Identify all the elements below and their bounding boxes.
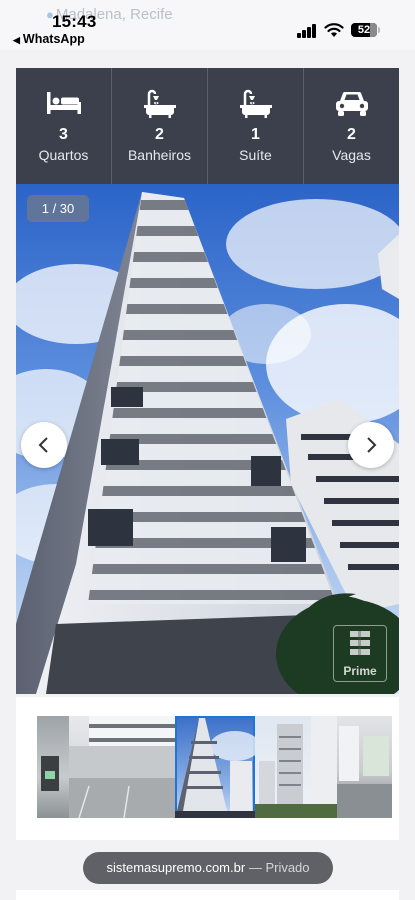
back-to-app-button[interactable]: ◀ WhatsApp — [13, 32, 85, 46]
chevron-right-icon — [367, 437, 377, 453]
building-side-thumbnail[interactable] — [69, 716, 175, 818]
url-separator: — — [248, 860, 262, 875]
towers-thumbnail[interactable] — [255, 716, 337, 818]
prime-logo-icon — [350, 631, 370, 655]
parking-count: 2 — [347, 126, 356, 143]
bed-icon — [46, 92, 81, 114]
garage-image — [41, 756, 59, 791]
bedrooms-label: Quartos — [38, 147, 89, 163]
property-features-bar: 3 Quartos 2 Banheiros 1 Suíte 2 Vagas — [16, 68, 399, 184]
feature-bedrooms: 3 Quartos — [16, 68, 112, 184]
url-domain: sistemasupremo.com.br — [106, 860, 246, 875]
back-app-label: WhatsApp — [22, 32, 85, 46]
parking-label: Vagas — [332, 147, 371, 163]
bathtub-icon — [239, 89, 272, 118]
suite-label: Suíte — [239, 147, 272, 163]
status-bar: ● Madalena, Recife 15:43 ◀ WhatsApp 52 — [0, 0, 415, 50]
garage-thumbnail[interactable] — [37, 716, 69, 818]
browsing-mode-label: Privado — [265, 860, 310, 875]
prime-watermark: Prime — [333, 625, 387, 682]
wifi-icon — [324, 23, 344, 37]
interior-thumbnail[interactable] — [337, 716, 392, 818]
bathtub-icon — [143, 89, 176, 118]
battery-level: 52 — [357, 24, 371, 36]
feature-bathrooms: 2 Banheiros — [112, 68, 208, 184]
bathrooms-count: 2 — [155, 126, 164, 143]
thumbnail-strip[interactable] — [37, 716, 392, 818]
back-triangle-icon: ◀ — [13, 35, 20, 45]
building-photo — [16, 192, 399, 694]
cellular-signal-icon — [297, 24, 317, 38]
watermark-text: Prime — [343, 664, 377, 678]
bathrooms-label: Banheiros — [127, 147, 192, 163]
feature-parking: 2 Vagas — [304, 68, 399, 184]
suite-count: 1 — [251, 126, 260, 143]
photo-counter: 1 / 30 — [27, 195, 89, 222]
feature-suite: 1 Suíte — [208, 68, 304, 184]
tower-image — [175, 718, 255, 818]
towers-image — [255, 716, 337, 818]
previous-photo-button[interactable] — [21, 422, 67, 468]
interior-image — [337, 726, 392, 818]
browser-url-bar[interactable]: sistemasupremo.com.br — Privado — [83, 852, 333, 884]
tower-thumbnail[interactable] — [175, 716, 255, 818]
next-photo-button[interactable] — [348, 422, 394, 468]
battery-icon: 52 — [351, 23, 380, 37]
car-icon — [335, 91, 368, 116]
clock: 15:43 — [52, 12, 97, 31]
main-property-photo[interactable] — [16, 184, 399, 694]
bedrooms-count: 3 — [59, 126, 68, 143]
bottom-content-edge — [16, 890, 399, 900]
building-side-image — [69, 716, 175, 818]
chevron-left-icon — [38, 437, 48, 453]
